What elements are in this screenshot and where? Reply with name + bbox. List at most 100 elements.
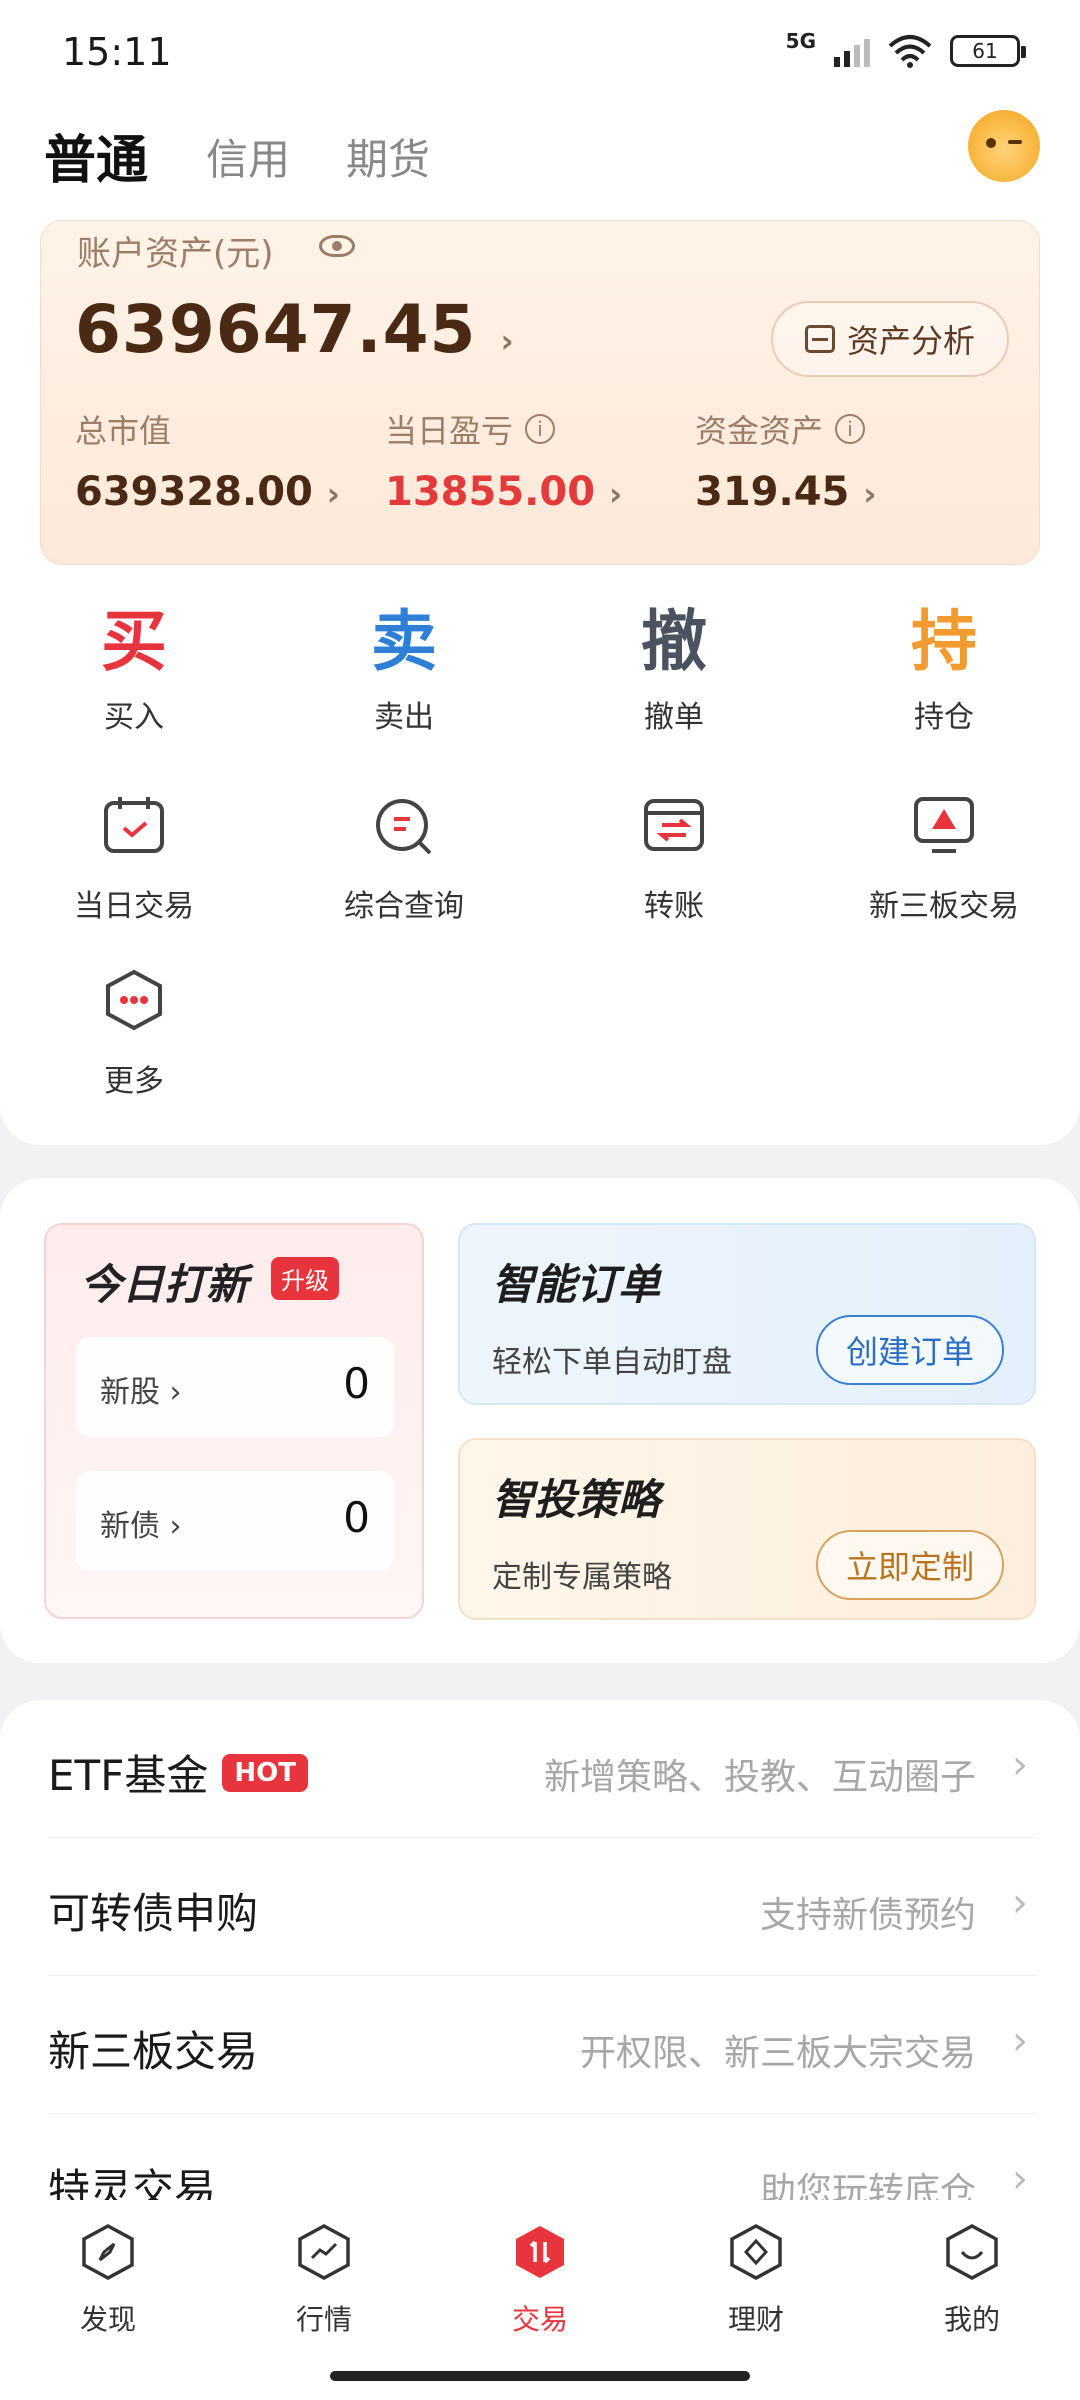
stat-label: 资金资产 [695,412,824,450]
positions-label: 持仓 [914,700,974,735]
list-item-title: 可转债申购 [48,1889,259,1938]
stat-value: 639328.00 [75,469,313,515]
smart-order-card[interactable]: 智能订单 轻松下单自动盯盘 创建订单 [458,1223,1036,1405]
scan-icon [804,325,835,353]
nav-profile-label: 我的 [943,2303,1000,2336]
status-icons: 5G 61 [786,29,1026,68]
new-bond-label: 新债 › [100,1509,182,1544]
nav-profile[interactable]: 我的 [892,2224,1052,2338]
tab-credit[interactable]: 信用 [206,126,290,187]
hot-badge: HOT [222,1753,308,1792]
transfer-button[interactable]: 转账 [564,795,784,925]
network-type: 5G [785,29,816,53]
positions-icon: 持 [911,603,977,680]
profile-icon [946,2224,998,2280]
upgrade-badge: 升级 [271,1257,339,1300]
asset-title: 账户资产(元) [77,234,274,274]
top-panel: 账户资产(元) 639647.45 › 资产分析 总市值 当日盈亏 i 资金资产… [0,200,1080,1145]
new-stock-row[interactable]: 新股 › 0 [76,1337,394,1437]
cancel-order-button[interactable]: 撤 撤单 [564,602,784,736]
stat-cash[interactable]: 319.45 › [695,469,876,515]
list-item-desc: 支持新债预约 [759,1895,976,1936]
monitor-icon [914,797,974,853]
nav-wealth-label: 理财 [727,2303,784,2336]
calendar-check-icon [104,797,164,853]
buy-icon: 买 [101,603,167,680]
battery-icon: 61 [950,35,1026,67]
nav-trade-label: 交易 [511,2303,568,2336]
more-button[interactable]: 更多 [24,969,244,1100]
stat-value: 13855.00 [385,469,596,515]
chevron-right-icon: › [608,475,623,513]
stat-label: 总市值 [75,412,172,450]
tab-futures[interactable]: 期货 [346,126,430,187]
stat-label: 当日盈亏 [385,412,514,450]
buy-button[interactable]: 买 买入 [24,602,244,736]
status-time: 15:11 [62,30,172,74]
wealth-icon [730,2224,782,2280]
daily-trades-button[interactable]: 当日交易 [24,795,244,925]
sell-button[interactable]: 卖 卖出 [294,602,514,736]
sell-icon: 卖 [371,603,437,680]
new-bond-count: 0 [343,1493,370,1542]
asset-total[interactable]: 639647.45 › [75,291,515,368]
info-icon[interactable]: i [525,414,556,444]
chevron-right-icon: › [500,322,515,360]
sell-label: 卖出 [374,700,434,735]
search-query-icon [376,799,432,855]
mascot-avatar-icon[interactable] [968,110,1040,182]
asset-analysis-button[interactable]: 资产分析 [771,301,1009,377]
chevron-right-icon: › [1012,1880,1028,1926]
create-order-button[interactable]: 创建订单 [816,1315,1004,1385]
trend-icon [298,2224,350,2280]
list-item-title: 新三板交易 [48,2027,259,2076]
cancel-label: 撤单 [644,700,704,735]
list-item-desc: 新增策略、投教、互动圈子 [543,1757,976,1798]
more-icon [106,969,162,1031]
tab-normal[interactable]: 普通 [44,118,148,193]
list-item-etf[interactable]: ETF基金 HOT 新增策略、投教、互动圈子 › [48,1700,1036,1838]
nav-trade[interactable]: 交易 [460,2224,620,2338]
asset-analysis-label: 资产分析 [846,322,975,360]
smart-order-subtitle: 轻松下单自动盯盘 [492,1345,732,1380]
new-bond-row[interactable]: 新债 › 0 [76,1471,394,1571]
nav-discover[interactable]: 发现 [28,2224,188,2338]
transfer-icon [644,799,704,851]
chevron-right-icon: › [1012,2156,1028,2202]
home-indicator[interactable] [330,2371,750,2381]
nav-market-label: 行情 [295,2303,352,2336]
eye-icon[interactable] [319,235,355,257]
asset-card: 账户资产(元) 639647.45 › 资产分析 总市值 当日盈亏 i 资金资产… [40,220,1040,565]
more-label: 更多 [104,1064,164,1099]
neeq-trade-button[interactable]: 新三板交易 [834,795,1054,925]
query-label: 综合查询 [344,889,464,924]
wifi-icon [888,35,932,68]
feature-list: ETF基金 HOT 新增策略、投教、互动圈子 › 可转债申购 支持新债预约 › … [0,1700,1080,2220]
ipo-card[interactable]: 今日打新 升级 新股 › 0 新债 › 0 [44,1223,424,1619]
neeq-trade-label: 新三板交易 [869,889,1019,924]
ipo-title: 今日打新 [80,1260,249,1309]
account-type-tabs: 普通 信用 期货 [0,110,1080,200]
trade-icon [516,2226,564,2278]
strategy-card[interactable]: 智投策略 定制专属策略 立即定制 [458,1438,1036,1620]
chevron-right-icon: › [1012,1742,1028,1788]
nav-wealth[interactable]: 理财 [676,2224,836,2338]
stat-daily-pnl[interactable]: 13855.00 › [385,469,622,515]
list-item-convertible-bond[interactable]: 可转债申购 支持新债预约 › [48,1838,1036,1976]
list-item-title: ETF基金 HOT [48,1742,308,1803]
nav-market[interactable]: 行情 [244,2224,404,2338]
promo-panel: 今日打新 升级 新股 › 0 新债 › 0 智能订单 轻松下单自动盯盘 创建订单… [0,1178,1080,1663]
customize-button[interactable]: 立即定制 [816,1530,1004,1600]
stat-market-value[interactable]: 639328.00 › [75,469,340,515]
list-item-neeq[interactable]: 新三板交易 开权限、新三板大宗交易 › [48,1976,1036,2114]
positions-button[interactable]: 持 持仓 [834,602,1054,736]
smart-order-title: 智能订单 [492,1260,661,1309]
info-icon[interactable]: i [835,414,866,444]
cancel-icon: 撤 [641,603,707,680]
chevron-right-icon: › [863,475,877,513]
query-button[interactable]: 综合查询 [294,795,514,925]
new-stock-count: 0 [343,1359,370,1408]
stat-cash-label: 资金资产 i [695,406,866,452]
daily-trades-label: 当日交易 [74,889,194,924]
nav-discover-label: 发现 [79,2303,136,2336]
